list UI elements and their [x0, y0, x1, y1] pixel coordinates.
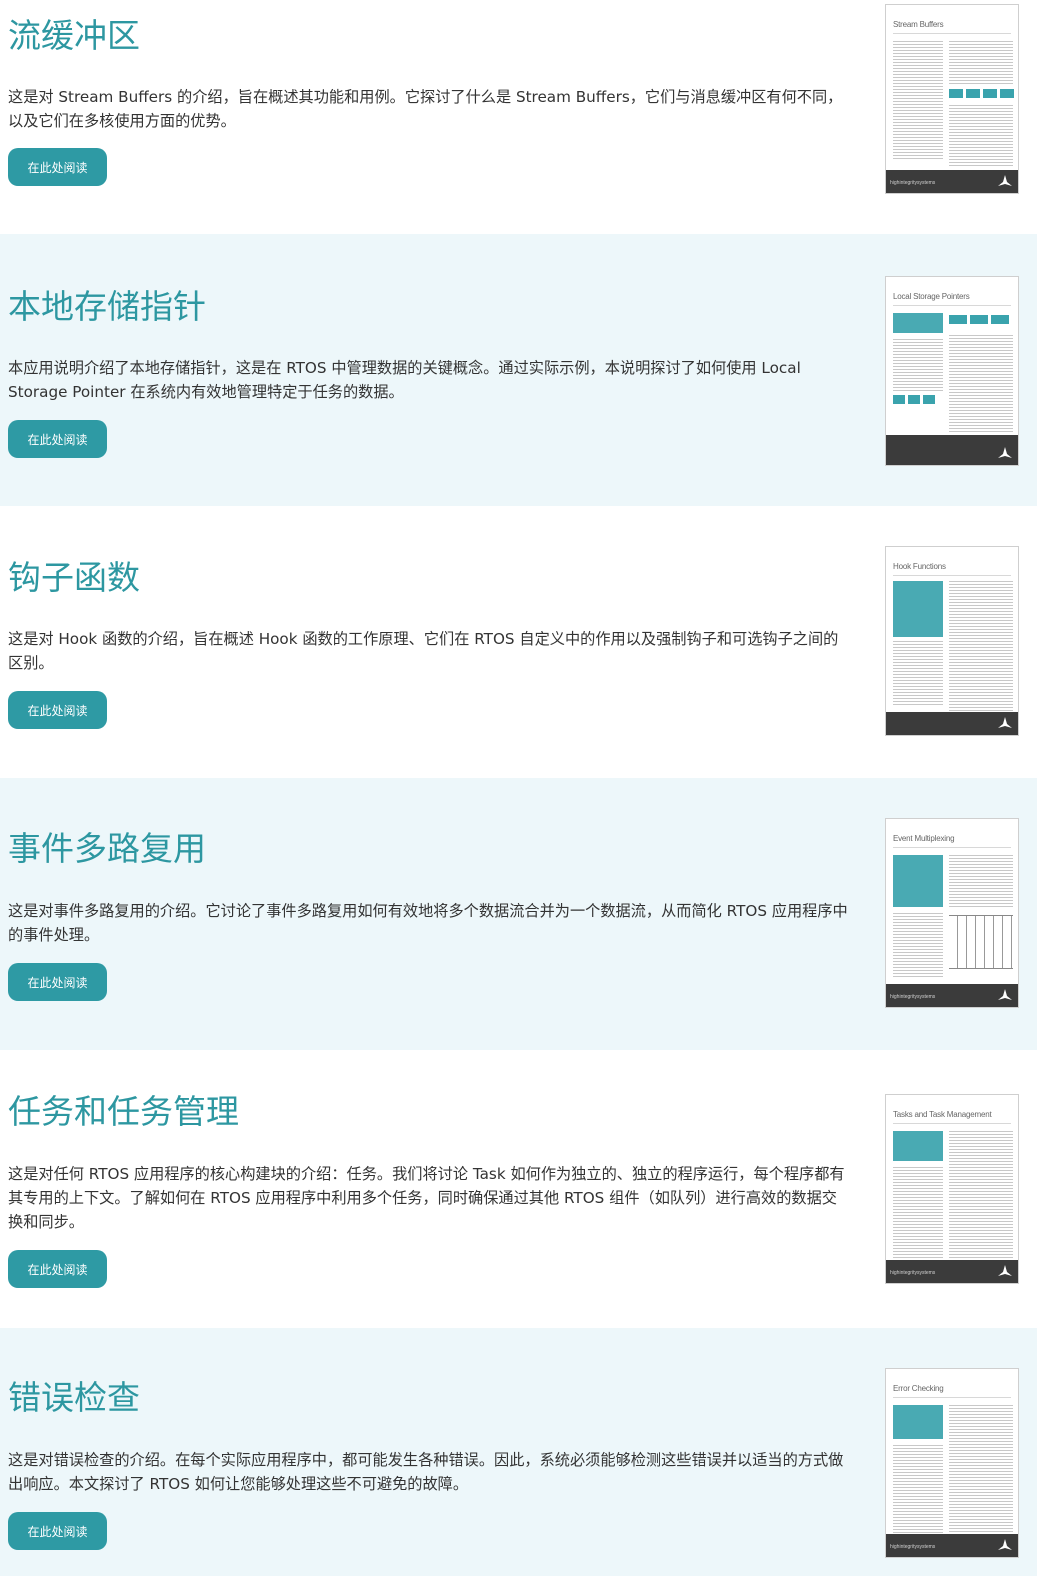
thumbnail-text-lines — [949, 581, 1013, 711]
section-title: 错误检查 — [8, 1378, 140, 1417]
thumbnail-diagram — [949, 89, 1014, 98]
section-description: 本应用说明介绍了本地存储指针，这是在 RTOS 中管理数据的关键概念。通过实际示… — [8, 359, 801, 401]
thumbnail-title: Local Storage Pointers — [893, 292, 970, 301]
thumbnail-title: Event Multiplexing — [893, 834, 955, 843]
thumbnail-footer — [886, 712, 1018, 735]
section-local-storage-pointers: 本地存储指针 本应用说明介绍了本地存储指针，这是在 RTOS 中管理数据的关键概… — [0, 234, 1037, 506]
read-here-button[interactable]: 在此处阅读 — [8, 148, 107, 186]
read-here-button[interactable]: 在此处阅读 — [8, 1250, 107, 1288]
company-logo-icon — [998, 717, 1012, 728]
thumbnail-footer: highintegritysystems — [886, 1260, 1018, 1283]
thumbnail-rule — [893, 305, 1011, 306]
read-here-button[interactable]: 在此处阅读 — [8, 691, 107, 729]
section-title: 流缓冲区 — [8, 16, 140, 55]
thumbnail-highlight-panel — [893, 313, 943, 333]
thumbnail-title: Stream Buffers — [893, 20, 944, 29]
section-title: 任务和任务管理 — [8, 1092, 239, 1131]
document-thumbnail[interactable]: Stream Buffers highintegritysystems — [885, 4, 1019, 194]
thumbnail-text-lines — [949, 1405, 1013, 1533]
thumbnail-title: Tasks and Task Management — [893, 1110, 992, 1119]
thumbnail-title: Hook Functions — [893, 562, 946, 571]
section-title: 事件多路复用 — [8, 829, 206, 868]
thumbnail-text-lines — [893, 1445, 943, 1533]
section-description: 这是对事件多路复用的介绍。它讨论了事件多路复用如何有效地将多个数据流合并为一个数… — [8, 902, 848, 944]
thumbnail-text-lines — [893, 913, 943, 979]
thumbnail-footer: highintegritysystems — [886, 984, 1018, 1007]
section-description: 这是对 Hook 函数的介绍，旨在概述 Hook 函数的工作原理、它们在 RTO… — [8, 630, 839, 672]
company-logo-icon — [998, 175, 1012, 186]
thumbnail-diagram — [893, 395, 935, 404]
thumbnail-brand: highintegritysystems — [890, 1270, 936, 1276]
company-logo-icon — [998, 447, 1012, 458]
section-title: 钩子函数 — [8, 558, 140, 597]
thumbnail-text-lines — [949, 105, 1013, 167]
thumbnail-diagram — [949, 915, 1013, 969]
thumbnail-rule — [893, 1397, 1011, 1398]
document-thumbnail[interactable]: Error Checking highintegritysystems — [885, 1368, 1019, 1558]
read-here-button[interactable]: 在此处阅读 — [8, 963, 107, 1001]
thumbnail-footer — [886, 435, 1018, 465]
thumbnail-footer: highintegritysystems — [886, 1534, 1018, 1557]
thumbnail-text-lines — [949, 855, 1013, 907]
thumbnail-text-lines — [949, 335, 1013, 433]
thumbnail-rule — [893, 33, 1011, 34]
application-notes-list: 流缓冲区 这是对 Stream Buffers 的介绍，旨在概述其功能和用例。它… — [0, 0, 1037, 1576]
thumbnail-title: Error Checking — [893, 1384, 944, 1393]
thumbnail-text-lines — [893, 339, 943, 391]
company-logo-icon — [998, 1265, 1012, 1276]
document-thumbnail[interactable]: Tasks and Task Management highintegritys… — [885, 1094, 1019, 1284]
thumbnail-brand: highintegritysystems — [890, 1544, 936, 1550]
thumbnail-text-lines — [893, 641, 943, 707]
section-title: 本地存储指针 — [8, 287, 206, 326]
thumbnail-footer: highintegritysystems — [886, 170, 1018, 193]
thumbnail-brand: highintegritysystems — [890, 994, 936, 1000]
thumbnail-highlight-panel — [893, 1405, 943, 1439]
thumbnail-rule — [893, 1123, 1011, 1124]
thumbnail-highlight-panel — [893, 855, 943, 907]
company-logo-icon — [998, 989, 1012, 1000]
read-here-button[interactable]: 在此处阅读 — [8, 1512, 107, 1550]
thumbnail-rule — [893, 847, 1011, 848]
thumbnail-highlight-panel — [893, 581, 943, 637]
document-thumbnail[interactable]: Event Multiplexing highintegritysystems — [885, 818, 1019, 1008]
thumbnail-text-lines — [949, 1131, 1013, 1259]
thumbnail-text-lines — [949, 41, 1013, 85]
section-error-checking: 错误检查 这是对错误检查的介绍。在每个实际应用程序中，都可能发生各种错误。因此，… — [0, 1328, 1037, 1576]
document-thumbnail[interactable]: Hook Functions — [885, 546, 1019, 736]
thumbnail-text-lines — [893, 1167, 943, 1259]
thumbnail-highlight-panel — [893, 1131, 943, 1161]
thumbnail-diagram — [949, 315, 1009, 324]
section-stream-buffers: 流缓冲区 这是对 Stream Buffers 的介绍，旨在概述其功能和用例。它… — [0, 0, 1037, 234]
section-tasks-and-task-management: 任务和任务管理 这是对任何 RTOS 应用程序的核心构建块的介绍：任务。我们将讨… — [0, 1050, 1037, 1328]
thumbnail-rule — [893, 575, 1011, 576]
section-event-multiplexing: 事件多路复用 这是对事件多路复用的介绍。它讨论了事件多路复用如何有效地将多个数据… — [0, 778, 1037, 1050]
section-description: 这是对任何 RTOS 应用程序的核心构建块的介绍：任务。我们将讨论 Task 如… — [8, 1165, 845, 1231]
read-here-button[interactable]: 在此处阅读 — [8, 420, 107, 458]
document-thumbnail[interactable]: Local Storage Pointers — [885, 276, 1019, 466]
section-hook-functions: 钩子函数 这是对 Hook 函数的介绍，旨在概述 Hook 函数的工作原理、它们… — [0, 506, 1037, 778]
thumbnail-brand: highintegritysystems — [890, 180, 936, 186]
section-description: 这是对 Stream Buffers 的介绍，旨在概述其功能和用例。它探讨了什么… — [8, 88, 843, 130]
company-logo-icon — [998, 1539, 1012, 1550]
section-description: 这是对错误检查的介绍。在每个实际应用程序中，都可能发生各种错误。因此，系统必须能… — [8, 1451, 844, 1493]
thumbnail-text-lines — [893, 41, 943, 161]
